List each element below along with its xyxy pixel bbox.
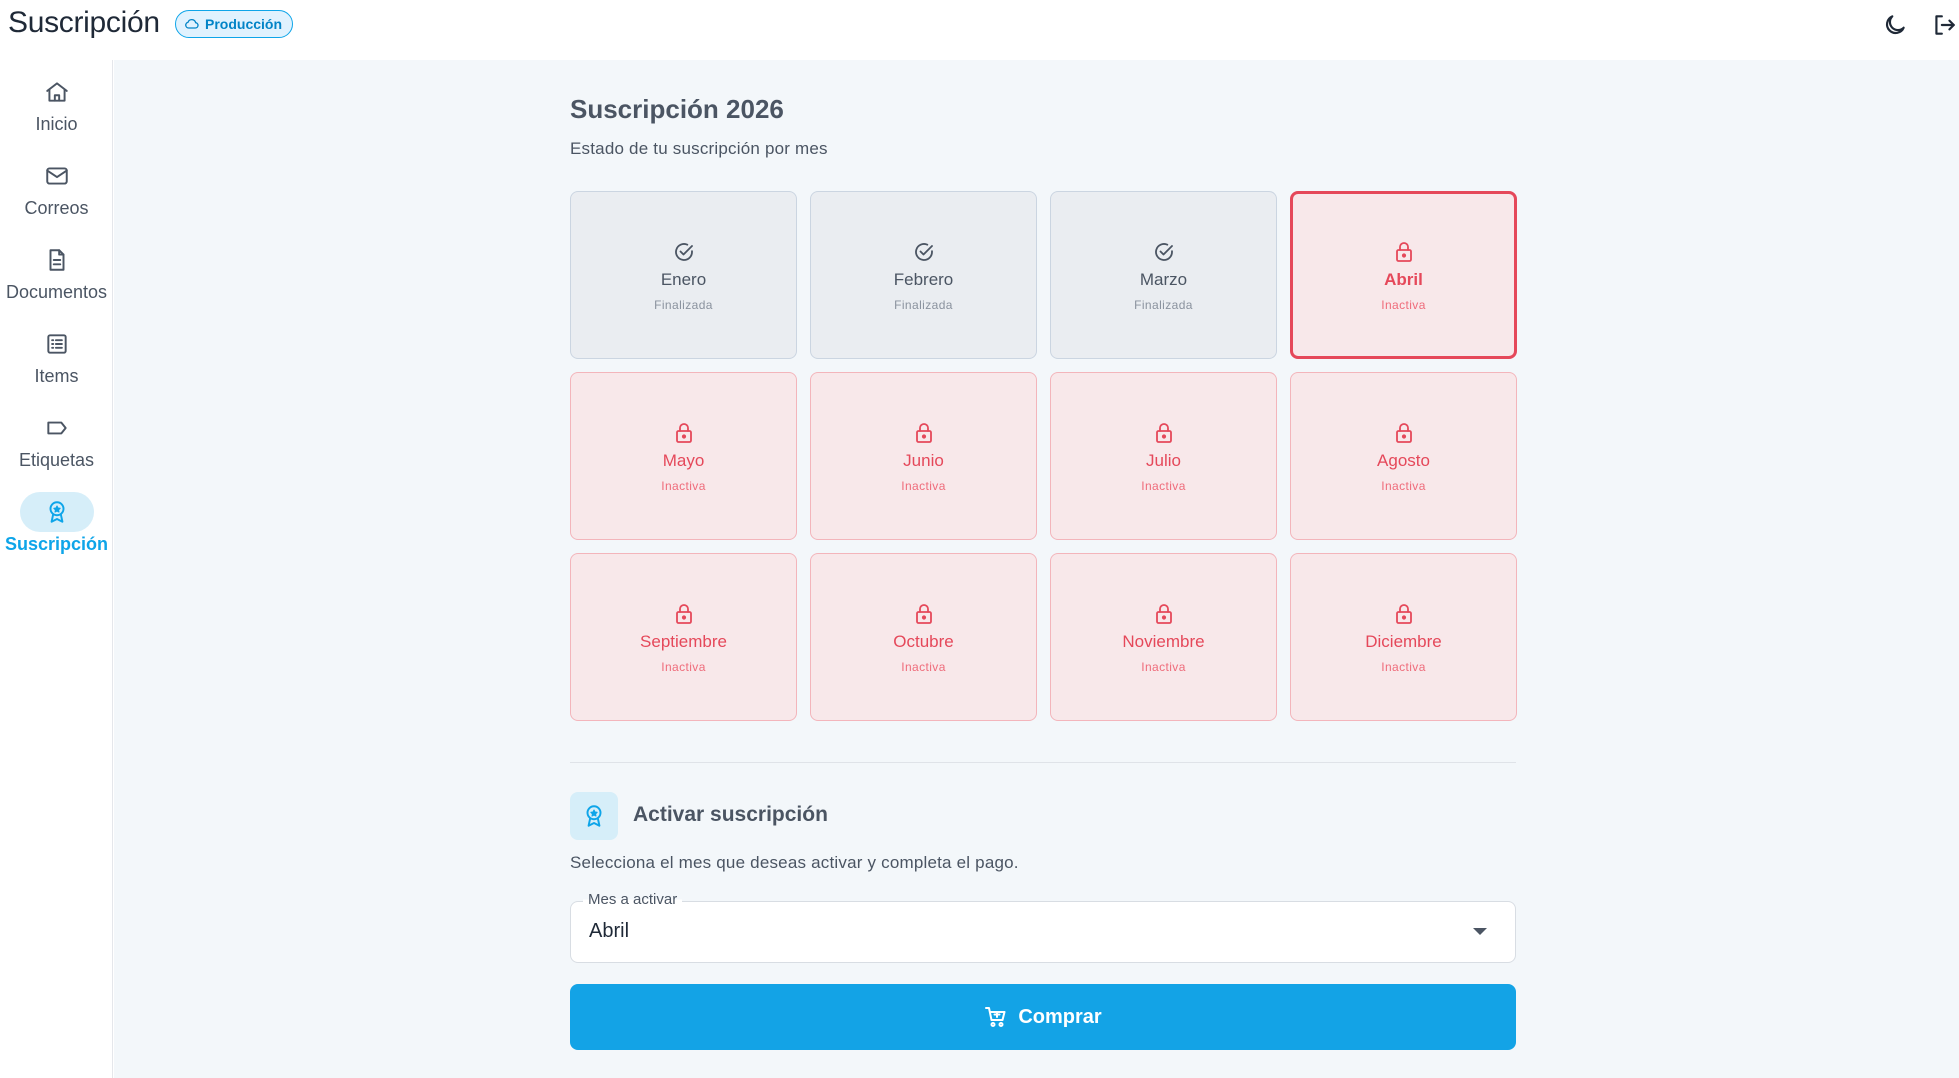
lock-icon (675, 423, 692, 443)
list-icon (46, 334, 67, 354)
lock-icon (915, 604, 932, 624)
month-card-febrero[interactable]: Febrero Finalizada (810, 191, 1037, 359)
sidebar-item-inicio[interactable]: Inicio (0, 72, 113, 148)
month-status: Inactiva (1141, 479, 1186, 493)
activate-title: Activar suscripción (633, 803, 828, 826)
month-status: Inactiva (661, 660, 706, 674)
month-select-label: Mes a activar (583, 891, 683, 908)
section-divider (570, 762, 1516, 763)
month-select-value: Abril (589, 920, 630, 942)
lock-icon (1395, 423, 1412, 443)
caret-down-icon (1473, 928, 1487, 935)
lock-icon (675, 604, 692, 624)
month-name: Agosto (1377, 451, 1430, 470)
month-name: Abril (1384, 270, 1423, 289)
month-name: Enero (660, 270, 707, 289)
month-name: Octubre (893, 632, 954, 651)
sidebar-item-label: Documentos (5, 282, 108, 302)
check-circle-icon (674, 243, 693, 261)
month-card-abril[interactable]: Abril Inactiva (1290, 191, 1517, 359)
month-status: Inactiva (661, 479, 706, 493)
month-card-enero[interactable]: Enero Finalizada (570, 191, 797, 359)
buy-button-label: Comprar (1018, 1005, 1102, 1028)
award-icon (586, 805, 602, 827)
mail-icon (45, 167, 68, 185)
tag-icon (46, 421, 67, 435)
top-bar: Suscripción Producción (0, 0, 1959, 60)
sidebar-icon-wrap (20, 408, 94, 448)
lock-icon (1395, 604, 1412, 624)
month-card-mayo[interactable]: Mayo Inactiva (570, 372, 797, 540)
logout-button[interactable] (1929, 10, 1959, 40)
environment-badge-label: Producción (205, 16, 283, 32)
month-status: Finalizada (894, 298, 953, 312)
sidebar-item-label: Etiquetas (18, 450, 95, 470)
month-status: Inactiva (1381, 298, 1426, 312)
sidebar-item-suscripcion[interactable]: Suscripción (0, 492, 113, 568)
sidebar-item-label: Items (34, 366, 79, 386)
award-icon (49, 501, 64, 523)
month-card-marzo[interactable]: Marzo Finalizada (1050, 191, 1277, 359)
environment-badge: Producción (175, 10, 294, 38)
activate-section-icon (570, 792, 618, 840)
month-name: Marzo (1139, 270, 1188, 289)
check-circle-icon (1154, 243, 1173, 261)
sidebar-icon-wrap (20, 156, 94, 196)
month-name: Febrero (893, 270, 954, 289)
month-status: Inactiva (1381, 660, 1426, 674)
month-card-diciembre[interactable]: Diciembre Inactiva (1290, 553, 1517, 721)
check-circle-icon (914, 243, 933, 261)
sidebar-item-label: Inicio (35, 114, 78, 134)
month-status: Inactiva (901, 660, 946, 674)
months-grid: Enero Finalizada Febrero Finalizada Marzo Fin… (570, 191, 1517, 721)
month-name: Mayo (662, 451, 705, 470)
document-icon (49, 249, 64, 271)
cart-icon (985, 1007, 1006, 1027)
logout-icon (1935, 15, 1955, 35)
month-name: Septiembre (640, 632, 727, 651)
sidebar-item-label: Suscripción (4, 534, 109, 554)
month-select[interactable]: Mes a activar Abril (570, 891, 1516, 963)
sidebar-item-correos[interactable]: Correos (0, 156, 113, 232)
month-card-noviembre[interactable]: Noviembre Inactiva (1050, 553, 1277, 721)
month-card-agosto[interactable]: Agosto Inactiva (1290, 372, 1517, 540)
sidebar-icon-wrap (19, 492, 94, 532)
moon-icon (1885, 15, 1905, 35)
buy-button[interactable]: Comprar (570, 984, 1516, 1050)
theme-toggle-button[interactable] (1880, 10, 1910, 40)
sidebar-item-etiquetas[interactable]: Etiquetas (0, 408, 113, 484)
home-icon (45, 82, 68, 102)
app-title: Suscripción (8, 6, 160, 39)
month-status: Inactiva (901, 479, 946, 493)
lock-icon (1155, 604, 1172, 624)
month-card-septiembre[interactable]: Septiembre Inactiva (570, 553, 797, 721)
month-name: Diciembre (1365, 632, 1442, 651)
lock-icon (915, 423, 932, 443)
month-status: Finalizada (1134, 298, 1193, 312)
lock-icon (1155, 423, 1172, 443)
sidebar-icon-wrap (20, 240, 94, 280)
month-status: Inactiva (1141, 660, 1186, 674)
sidebar-icon-wrap (20, 72, 94, 112)
month-name: Junio (903, 451, 944, 470)
month-card-junio[interactable]: Junio Inactiva (810, 372, 1037, 540)
sidebar-item-documentos[interactable]: Documentos (0, 240, 113, 316)
cloud-icon (185, 19, 199, 29)
month-name: Noviembre (1122, 632, 1205, 651)
month-status: Finalizada (654, 298, 713, 312)
page-title: Suscripción 2026 (570, 94, 784, 124)
page-subtitle: Estado de tu suscripción por mes (570, 139, 828, 158)
sidebar-item-label: Correos (24, 198, 89, 218)
month-card-octubre[interactable]: Octubre Inactiva (810, 553, 1037, 721)
month-status: Inactiva (1381, 479, 1426, 493)
lock-icon (1395, 242, 1412, 262)
sidebar-item-items[interactable]: Items (0, 324, 113, 400)
month-card-julio[interactable]: Julio Inactiva (1050, 372, 1277, 540)
month-name: Julio (1146, 451, 1181, 470)
activate-description: Selecciona el mes que deseas activar y c… (570, 853, 1019, 872)
main-content: Suscripción 2026 Estado de tu suscripció… (114, 60, 1959, 1078)
sidebar-icon-wrap (20, 324, 94, 364)
sidebar: Inicio Correos Documentos Items Etiqueta… (0, 60, 113, 1078)
